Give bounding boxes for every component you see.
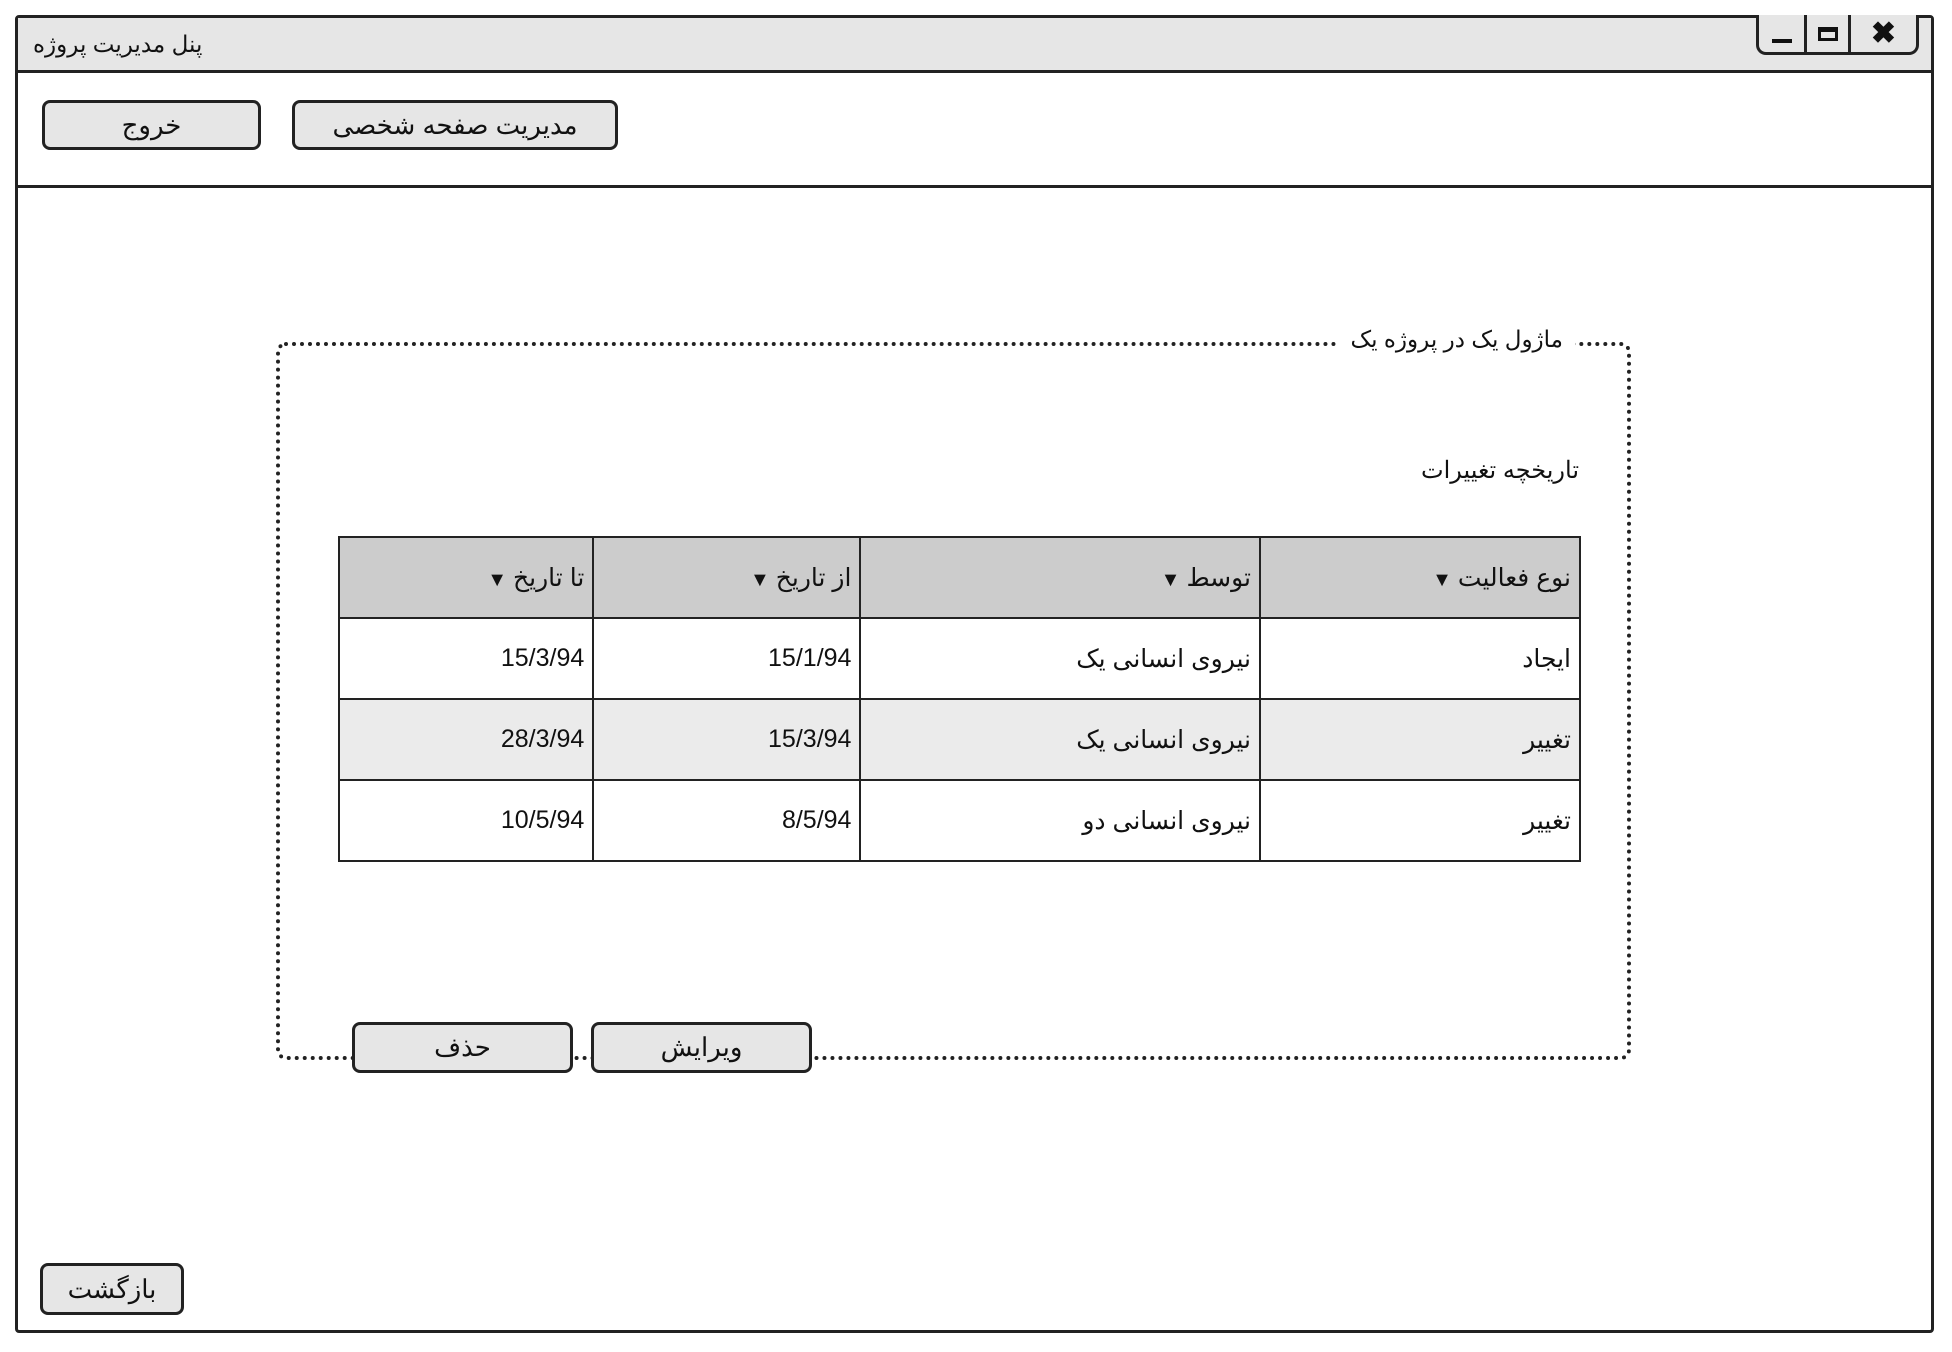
profile-management-button[interactable]: مدیریت صفحه شخصی: [292, 100, 618, 150]
cell-activity: ایجاد: [1259, 617, 1581, 700]
cell-activity: تغییر: [1259, 698, 1581, 781]
column-header-label: نوع فعالیت: [1457, 563, 1571, 592]
title-bar: پنل مدیریت پروژه ✖: [18, 15, 1931, 73]
column-header-from-date[interactable]: از تاریخ▼: [592, 536, 862, 619]
column-header-label: توسط: [1186, 563, 1252, 592]
table-header-row: نوع فعالیت▼ توسط▼ از تاریخ▼ تا تاریخ▼: [337, 536, 1581, 619]
table-row[interactable]: ایجاد نیروی انسانی یک 15/1/94 15/3/94: [337, 617, 1581, 700]
column-header-to-date[interactable]: تا تاریخ ▼: [337, 536, 595, 619]
sort-down-icon[interactable]: ▼: [750, 569, 770, 591]
cell-by: نیروی انسانی یک: [859, 698, 1262, 781]
column-header-activity[interactable]: نوع فعالیت▼: [1259, 536, 1581, 619]
cell-to-date: 15/3/94: [337, 617, 595, 700]
section-title: تاریخچه تغییرات: [1420, 457, 1579, 484]
cell-activity: تغییر: [1259, 779, 1581, 862]
edit-button[interactable]: ویرایش: [591, 1022, 812, 1073]
module-panel: ماژول یک در پروژه یک تاریخچه تغییرات نوع…: [276, 326, 1631, 1060]
minimize-button[interactable]: [1759, 15, 1807, 52]
close-button[interactable]: ✖: [1851, 15, 1916, 52]
maximize-button[interactable]: [1807, 15, 1851, 52]
delete-button[interactable]: حذف: [352, 1022, 573, 1073]
cell-to-date: 28/3/94: [337, 698, 595, 781]
table-row[interactable]: تغییر نیروی انسانی دو 8/5/94 10/5/94: [337, 779, 1581, 862]
sort-down-icon[interactable]: ▼: [1161, 569, 1181, 591]
close-icon: ✖: [1870, 16, 1897, 50]
toolbar: خروج مدیریت صفحه شخصی: [18, 73, 1931, 188]
cell-from-date: 8/5/94: [592, 779, 862, 862]
cell-by: نیروی انسانی یک: [859, 617, 1262, 700]
back-button[interactable]: بازگشت: [40, 1263, 184, 1315]
cell-by: نیروی انسانی دو: [859, 779, 1262, 862]
cell-from-date: 15/3/94: [592, 698, 862, 781]
table-row[interactable]: تغییر نیروی انسانی یک 15/3/94 28/3/94: [337, 698, 1581, 781]
minimize-icon: [1771, 38, 1792, 43]
column-header-by[interactable]: توسط▼: [859, 536, 1262, 619]
sort-down-icon[interactable]: ▼: [487, 569, 507, 591]
window-title: پنل مدیریت پروژه: [33, 31, 203, 57]
column-header-label: از تاریخ: [775, 563, 852, 592]
sort-down-icon[interactable]: ▼: [1432, 569, 1452, 591]
panel-legend: ماژول یک در پروژه یک: [1338, 326, 1575, 353]
cell-to-date: 10/5/94: [337, 779, 595, 862]
maximize-icon: [1817, 26, 1838, 41]
exit-button[interactable]: خروج: [42, 100, 261, 150]
history-table: نوع فعالیت▼ توسط▼ از تاریخ▼ تا تاریخ▼ ای…: [337, 536, 1581, 862]
cell-from-date: 15/1/94: [592, 617, 862, 700]
window-controls: ✖: [1756, 15, 1919, 55]
column-header-label: تا تاریخ: [513, 563, 585, 592]
